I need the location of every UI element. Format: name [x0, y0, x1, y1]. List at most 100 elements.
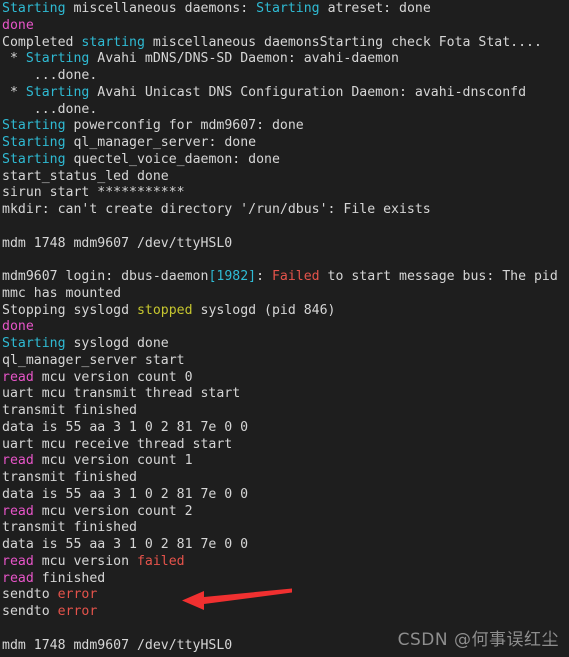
- terminal-text-default: powerconfig for mdm9607: done: [65, 118, 304, 134]
- terminal-line: data is 55 aa 3 1 0 2 81 7e 0 0: [2, 487, 569, 504]
- terminal-text-default: sendto: [2, 604, 58, 619]
- terminal-text-magenta: done: [2, 17, 34, 33]
- terminal-line: read finished: [2, 571, 569, 588]
- terminal-text-default: :: [256, 269, 272, 284]
- terminal-text-default: transmit finished: [2, 520, 137, 536]
- terminal-text-default: *: [2, 51, 26, 67]
- terminal-text-red: failed: [136, 553, 185, 569]
- terminal-text-default: Avahi Unicast DNS Configuration Daemon: …: [89, 84, 527, 100]
- terminal-text-default: ...done.: [2, 68, 98, 83]
- terminal-text-default: uart mcu receive thread start: [2, 436, 233, 452]
- terminal-text-default: data is 55 aa 3 1 0 2 81 7e 0 0: [2, 419, 249, 435]
- terminal-text-default: syslogd done: [65, 336, 169, 351]
- terminal-text-magenta: read: [2, 570, 34, 586]
- terminal-text-default: mcu version count 0: [33, 369, 193, 385]
- terminal-text-magenta: read: [2, 553, 34, 569]
- terminal-text-default: miscellaneous daemons:: [65, 1, 257, 16]
- terminal-text-cyan: Starting: [2, 135, 66, 150]
- terminal-text-default: *: [2, 84, 26, 100]
- terminal-line: mkdir: can't create directory '/run/dbus…: [2, 202, 569, 219]
- terminal-text-red: error: [57, 604, 98, 619]
- terminal-line: uart mcu receive thread start: [2, 437, 569, 454]
- terminal-text-default: quectel_voice_daemon: done: [65, 151, 280, 167]
- terminal-line: ...done.: [2, 102, 569, 119]
- terminal-line: sirun start ***********: [2, 185, 569, 202]
- terminal-text-cyan: Starting: [2, 151, 66, 167]
- terminal-text-default: Avahi mDNS/DNS-SD Daemon: avahi-daemon: [89, 51, 400, 67]
- terminal-text-default: Completed: [2, 34, 82, 50]
- terminal-text-cyan: Starting: [2, 1, 66, 16]
- terminal-text-magenta: read: [2, 453, 34, 469]
- terminal-line: * Starting Avahi Unicast DNS Configurati…: [2, 85, 569, 102]
- terminal-output: Starting miscellaneous daemons: Starting…: [0, 0, 569, 657]
- terminal-text-cyan: Starting: [2, 336, 66, 351]
- terminal-text-default: data is 55 aa 3 1 0 2 81 7e 0 0: [2, 486, 249, 502]
- terminal-text-default: Stopping syslogd: [2, 302, 137, 318]
- terminal-text-cyan: [1982]: [208, 269, 257, 284]
- terminal-line: uart mcu transmit thread start: [2, 386, 569, 403]
- terminal-text-default: sirun start ***********: [2, 185, 185, 201]
- terminal-text-magenta: read: [2, 369, 34, 385]
- terminal-line: Stopping syslogd stopped syslogd (pid 84…: [2, 303, 569, 320]
- terminal-text-default: finished: [33, 570, 106, 586]
- terminal-text-yellow: stopped: [136, 302, 193, 318]
- terminal-text-default: to start message bus: The pid: [319, 269, 558, 284]
- terminal-line: mdm 1748 mdm9607 /dev/ttyHSL0: [2, 638, 569, 655]
- terminal-text-magenta: done: [2, 319, 34, 335]
- terminal-window[interactable]: Starting miscellaneous daemons: Starting…: [0, 0, 569, 657]
- terminal-line: Starting syslogd done: [2, 336, 569, 353]
- terminal-text-default: start_status_led done: [2, 168, 169, 184]
- terminal-line: mmc has mounted: [2, 286, 569, 303]
- terminal-text-default: mcu version count 1: [33, 453, 193, 469]
- terminal-text-default: syslogd (pid 846): [192, 302, 336, 318]
- terminal-line: read mcu version count 1: [2, 453, 569, 470]
- terminal-line: transmit finished: [2, 403, 569, 420]
- terminal-text-cyan: Starting: [256, 1, 320, 16]
- terminal-text-default: uart mcu transmit thread start: [2, 386, 241, 402]
- terminal-text-default: miscellaneous daemonsStarting check Fota…: [144, 34, 542, 50]
- terminal-text-default: mmc has mounted: [2, 285, 122, 301]
- terminal-text-default: ql_manager_server: done: [65, 135, 257, 150]
- terminal-line: read mcu version count 0: [2, 370, 569, 387]
- terminal-line: transmit finished: [2, 520, 569, 537]
- terminal-text-default: mdm 1748 mdm9607 /dev/ttyHSL0: [2, 235, 233, 251]
- terminal-line: data is 55 aa 3 1 0 2 81 7e 0 0: [2, 420, 569, 437]
- terminal-text-default: sendto: [2, 587, 58, 603]
- terminal-text-default: mcu version count 2: [33, 503, 193, 519]
- terminal-line: Starting quectel_voice_daemon: done: [2, 152, 569, 169]
- terminal-text-cyan: starting: [81, 34, 145, 50]
- terminal-text-cyan: Starting: [25, 51, 90, 67]
- terminal-text-default: mdm 1748 mdm9607 /dev/ttyHSL0: [2, 637, 233, 653]
- terminal-text-default: data is 55 aa 3 1 0 2 81 7e 0 0: [2, 537, 249, 552]
- terminal-text-cyan: Starting: [2, 118, 66, 134]
- terminal-line: start_status_led done: [2, 169, 569, 186]
- terminal-line: * Starting Avahi mDNS/DNS-SD Daemon: ava…: [2, 51, 569, 68]
- terminal-line: sendto error: [2, 587, 569, 604]
- terminal-line: mdm 1748 mdm9607 /dev/ttyHSL0: [2, 236, 569, 253]
- terminal-line: Starting ql_manager_server: done: [2, 135, 569, 152]
- terminal-line: Starting miscellaneous daemons: Starting…: [2, 1, 569, 18]
- terminal-line: Completed starting miscellaneous daemons…: [2, 35, 569, 52]
- terminal-line: data is 55 aa 3 1 0 2 81 7e 0 0: [2, 537, 569, 554]
- terminal-text-default: mcu version: [33, 553, 137, 569]
- terminal-line: sendto error: [2, 604, 569, 621]
- terminal-text-red: error: [57, 587, 98, 603]
- terminal-text-default: transmit finished: [2, 470, 137, 485]
- terminal-text-default: ...done.: [2, 101, 98, 117]
- terminal-line: ql_manager_server start: [2, 353, 569, 370]
- terminal-line: Starting powerconfig for mdm9607: done: [2, 118, 569, 135]
- terminal-line: ...done.: [2, 68, 569, 85]
- terminal-line: read mcu version count 2: [2, 504, 569, 521]
- terminal-text-default: mdm9607 login: dbus-daemon: [2, 269, 209, 284]
- terminal-text-magenta: read: [2, 503, 34, 519]
- terminal-line: done: [2, 18, 569, 35]
- terminal-line: done: [2, 319, 569, 336]
- terminal-text-cyan: Starting: [25, 84, 90, 100]
- terminal-text-red: Failed: [271, 269, 320, 284]
- terminal-line: read mcu version failed: [2, 554, 569, 571]
- terminal-text-default: mkdir: can't create directory '/run/dbus…: [2, 202, 431, 217]
- terminal-text-default: ql_manager_server start: [2, 352, 185, 368]
